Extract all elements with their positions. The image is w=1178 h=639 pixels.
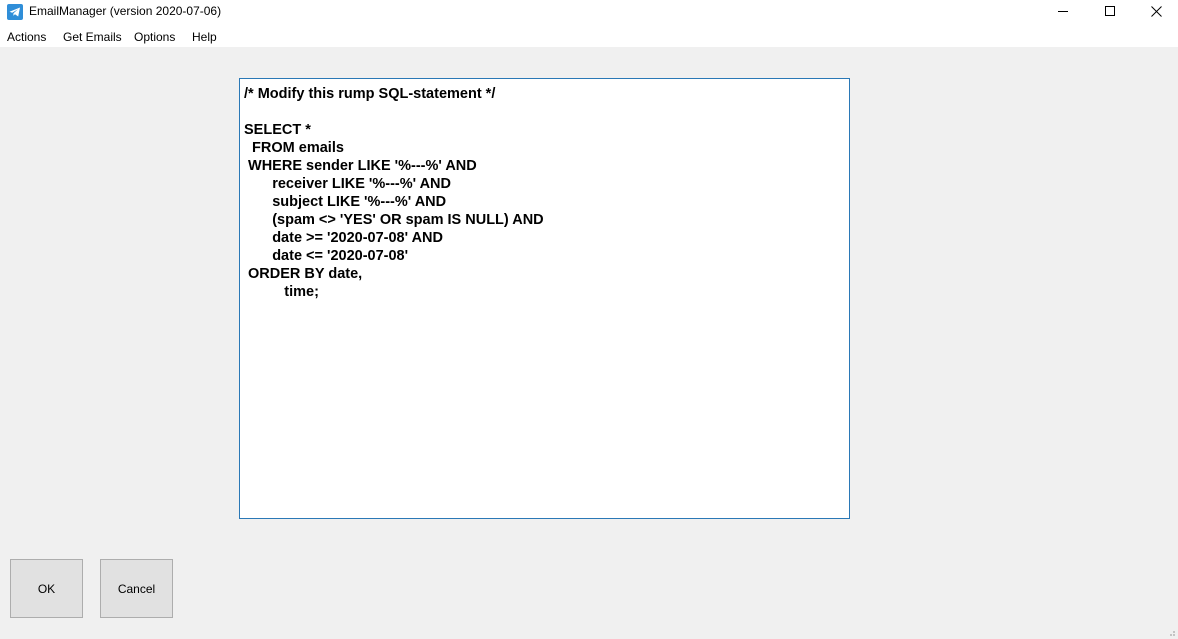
minimize-button[interactable] xyxy=(1040,0,1086,24)
menu-options[interactable]: Options xyxy=(134,30,175,44)
menu-get-emails[interactable]: Get Emails xyxy=(63,30,122,44)
menu-bar: Actions Get Emails Options Help xyxy=(0,27,1178,47)
close-icon xyxy=(1151,6,1162,17)
ok-button[interactable]: OK xyxy=(10,559,83,618)
window-title: EmailManager (version 2020-07-06) xyxy=(29,4,222,18)
resize-grip-icon[interactable] xyxy=(1166,627,1176,637)
cancel-button[interactable]: Cancel xyxy=(100,559,173,618)
maximize-button[interactable] xyxy=(1087,0,1133,24)
title-bar[interactable]: EmailManager (version 2020-07-06) xyxy=(0,0,1178,24)
close-button[interactable] xyxy=(1133,0,1178,24)
maximize-icon xyxy=(1105,6,1115,16)
email-manager-window: EmailManager (version 2020-07-06) Action… xyxy=(0,0,1178,639)
sql-statement-editor[interactable]: /* Modify this rump SQL-statement */ SEL… xyxy=(239,78,850,519)
menu-actions[interactable]: Actions xyxy=(7,30,46,44)
minimize-icon xyxy=(1058,11,1068,12)
menu-help[interactable]: Help xyxy=(192,30,217,44)
telegram-plane-icon xyxy=(7,4,23,20)
